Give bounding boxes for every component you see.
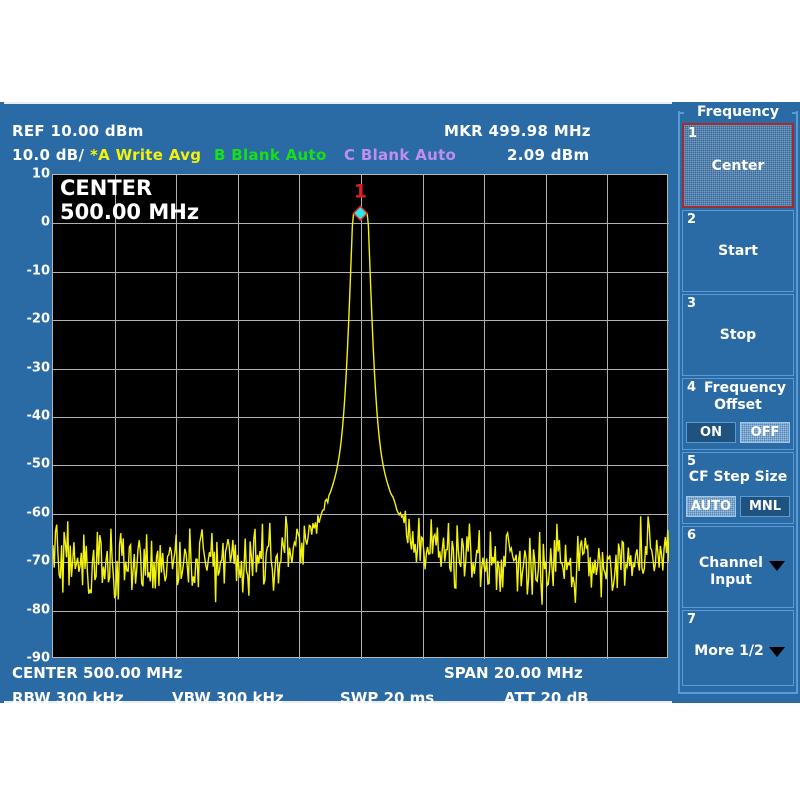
chevron-down-icon-more bbox=[769, 647, 785, 657]
softkey-more[interactable]: 7 More 1/2 bbox=[682, 610, 794, 686]
softkey-label-frequency-offset-line1: Frequency bbox=[704, 380, 786, 396]
instrument-display: REF 10.00 dBm 10.0 dB/ *A Write Avg B Bl… bbox=[4, 102, 672, 707]
y-axis-tick-label: -70 bbox=[26, 553, 51, 569]
frequency-offset-on-button[interactable]: ON bbox=[686, 422, 736, 443]
footer-span: SPAN 20.00 MHz bbox=[444, 664, 583, 682]
center-frequency-annotation: CENTER 500.00 MHz bbox=[60, 176, 199, 224]
footer-sweep-time: SWP 20 ms bbox=[340, 689, 435, 707]
y-axis-tick-label: -80 bbox=[26, 602, 51, 618]
y-axis-tick-label: -10 bbox=[26, 263, 51, 279]
frequency-offset-toggle-row: ON OFF bbox=[686, 422, 790, 443]
reference-level-label: REF 10.00 dBm bbox=[12, 122, 144, 140]
chevron-down-icon bbox=[769, 561, 785, 571]
scale-per-division-label: 10.0 dB/ bbox=[12, 146, 85, 164]
softkey-number-7: 7 bbox=[687, 612, 697, 627]
spectrum-analyzer-screen: REF 10.00 dBm 10.0 dB/ *A Write Avg B Bl… bbox=[0, 102, 800, 707]
cf-step-size-toggle-row: AUTO MNL bbox=[686, 496, 790, 517]
softkey-frequency-offset[interactable]: 4 Frequency Offset ON OFF bbox=[682, 378, 794, 450]
marker-diamond[interactable] bbox=[354, 207, 367, 220]
softkey-number-3: 3 bbox=[687, 296, 697, 311]
softkey-menu-title: Frequency bbox=[684, 104, 792, 120]
softkey-label-stop: Stop bbox=[719, 327, 757, 343]
softkey-channel-input[interactable]: 6 Channel Input bbox=[682, 526, 794, 608]
marker-frequency-readout: MKR 499.98 MHz bbox=[444, 122, 591, 140]
softkey-label-center: Center bbox=[711, 158, 765, 174]
softkey-stop[interactable]: 3 Stop bbox=[682, 294, 794, 376]
softkey-center[interactable]: 1 Center bbox=[682, 123, 794, 208]
marker-level-readout: 2.09 dBm bbox=[507, 146, 590, 164]
y-axis-tick-label: -30 bbox=[26, 360, 51, 376]
y-axis-tick-label: -20 bbox=[26, 311, 51, 327]
trace-a-status: *A Write Avg bbox=[90, 146, 202, 164]
softkey-number-5: 5 bbox=[687, 454, 697, 469]
softkey-number-1: 1 bbox=[688, 126, 698, 141]
softkey-start[interactable]: 2 Start bbox=[682, 210, 794, 292]
plot-canvas: 1 bbox=[52, 174, 669, 659]
softkey-cf-step-size[interactable]: 5 CF Step Size AUTO MNL bbox=[682, 452, 794, 524]
y-axis-tick-label: -60 bbox=[26, 505, 51, 521]
center-annot-line2: 500.00 MHz bbox=[60, 200, 200, 224]
frequency-offset-off-button[interactable]: OFF bbox=[740, 422, 790, 443]
marker-number-label: 1 bbox=[354, 180, 367, 202]
plot-area: 1 bbox=[52, 174, 669, 659]
y-axis-tick-label: 10 bbox=[31, 166, 50, 182]
softkey-label-start: Start bbox=[718, 243, 758, 259]
trace-b-status: B Blank Auto bbox=[214, 146, 327, 164]
softkey-number-2: 2 bbox=[687, 212, 697, 227]
cf-step-size-auto-button[interactable]: AUTO bbox=[686, 496, 736, 517]
y-axis-tick-label: -40 bbox=[26, 408, 51, 424]
y-axis-tick-label: 0 bbox=[40, 214, 50, 230]
softkey-menu: Frequency 1 Center 2 Start 3 Stop 4 Freq… bbox=[678, 102, 798, 703]
softkey-number-6: 6 bbox=[687, 528, 697, 543]
y-axis-tick-label: -50 bbox=[26, 456, 51, 472]
softkey-label-channel-input-line2: Input bbox=[710, 572, 752, 588]
softkey-label-cf-step-size: CF Step Size bbox=[688, 469, 788, 485]
footer-attenuation: ATT 20 dB bbox=[504, 689, 589, 707]
trace-svg: 1 bbox=[53, 175, 669, 659]
footer-rbw: RBW 300 kHz bbox=[12, 689, 124, 707]
y-axis-labels: 10 0 -10 -20 -30 -40 -50 -60 -70 -80 -90 bbox=[4, 167, 51, 666]
footer-vbw: VBW 300 kHz bbox=[172, 689, 284, 707]
softkey-label-frequency-offset-line2: Offset bbox=[714, 397, 762, 413]
footer-center-frequency: CENTER 500.00 MHz bbox=[12, 664, 183, 682]
cf-step-size-manual-button[interactable]: MNL bbox=[740, 496, 790, 517]
center-annot-line1: CENTER bbox=[60, 176, 153, 200]
trace-c-status: C Blank Auto bbox=[344, 146, 457, 164]
